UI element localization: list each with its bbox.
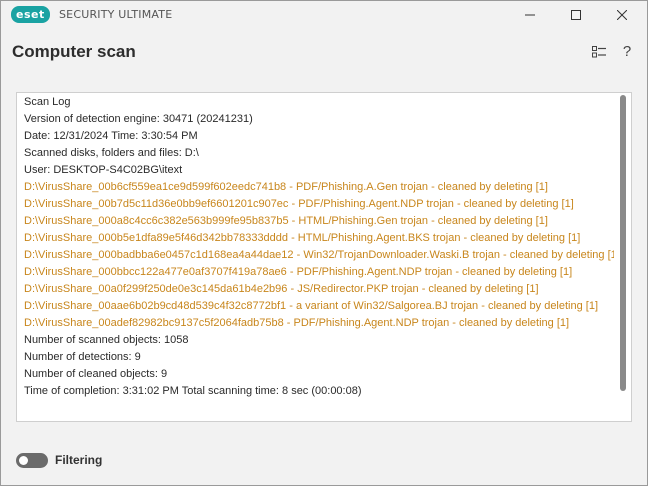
minimize-icon bbox=[525, 14, 535, 16]
maximize-icon bbox=[571, 10, 581, 20]
filtering-toggle[interactable] bbox=[16, 453, 48, 468]
log-line-detection: D:\VirusShare_000badbba6e0457c1d168ea4a4… bbox=[24, 249, 614, 261]
scan-log-list: Scan Log Version of detection engine: 304… bbox=[24, 94, 614, 400]
minimize-button[interactable] bbox=[507, 1, 553, 29]
list-view-icon bbox=[592, 46, 606, 58]
log-line: Scan Log bbox=[24, 96, 71, 108]
log-line: Date: 12/31/2024 Time: 3:30:54 PM bbox=[24, 130, 198, 142]
log-line-detection: D:\VirusShare_000bbcc122a477e0af3707f419… bbox=[24, 266, 573, 278]
log-line-detection: D:\VirusShare_00b6cf559ea1ce9d599f602eed… bbox=[24, 181, 548, 193]
log-line-detection: D:\VirusShare_00aae6b02b9cd48d539c4f32c8… bbox=[24, 300, 599, 312]
log-line-detection: D:\VirusShare_00adef82982bc9137c5f2064fa… bbox=[24, 317, 570, 329]
app-window: eset SECURITY ULTIMATE Computer scan ? S… bbox=[0, 0, 648, 486]
list-view-button[interactable] bbox=[590, 43, 608, 61]
filtering-label: Filtering bbox=[55, 453, 103, 467]
toggle-knob bbox=[19, 456, 28, 465]
log-line-detection: D:\VirusShare_000b5e1dfa89e5f46d342bb783… bbox=[24, 232, 581, 244]
log-line-detection: D:\VirusShare_00b7d5c11d36e0bb9ef6601201… bbox=[24, 198, 574, 210]
help-button[interactable]: ? bbox=[618, 43, 636, 61]
log-line-detection: D:\VirusShare_000a8c4cc6c382e563b999fe95… bbox=[24, 215, 548, 227]
eset-logo: eset bbox=[11, 6, 50, 23]
help-icon: ? bbox=[622, 43, 632, 60]
maximize-button[interactable] bbox=[553, 1, 599, 29]
log-line: Time of completion: 3:31:02 PM Total sca… bbox=[24, 385, 362, 397]
log-line: Number of cleaned objects: 9 bbox=[24, 368, 168, 380]
log-line: Scanned disks, folders and files: D:\ bbox=[24, 147, 199, 159]
log-line: Number of detections: 9 bbox=[24, 351, 141, 363]
log-line: User: DESKTOP-S4C02BG\itext bbox=[24, 164, 183, 176]
log-line: Version of detection engine: 30471 (2024… bbox=[24, 113, 253, 125]
product-name: SECURITY ULTIMATE bbox=[59, 8, 173, 21]
log-line: Number of scanned objects: 1058 bbox=[24, 334, 189, 346]
close-button[interactable] bbox=[599, 1, 645, 29]
log-scrollbar[interactable] bbox=[620, 95, 626, 391]
title-bar[interactable]: eset SECURITY ULTIMATE bbox=[1, 1, 647, 29]
close-icon bbox=[617, 10, 627, 20]
scan-log-panel: Scan Log Version of detection engine: 304… bbox=[16, 92, 632, 422]
page-title: Computer scan bbox=[12, 42, 136, 61]
log-line-detection: D:\VirusShare_00a0f299f250de0e3c145da61b… bbox=[24, 283, 539, 295]
